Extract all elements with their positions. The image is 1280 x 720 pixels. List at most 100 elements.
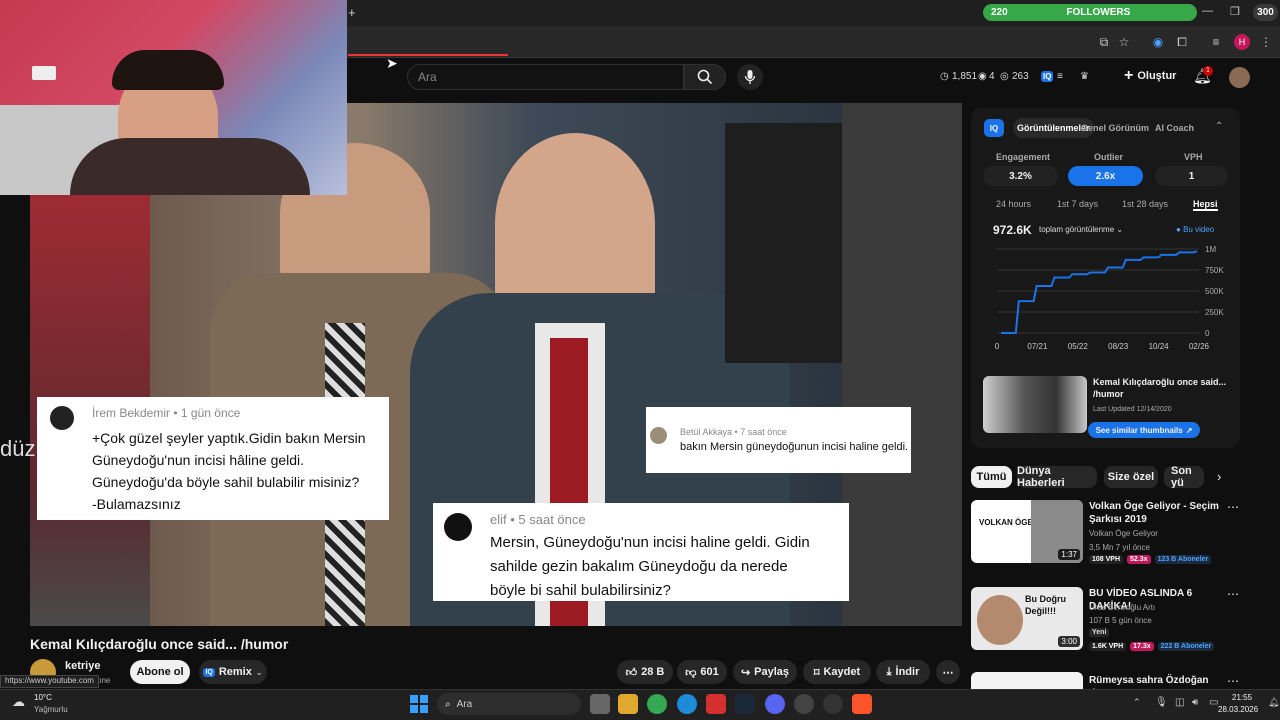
rec-thumbnail[interactable] <box>971 672 1083 689</box>
iq-logo-icon: IQ <box>984 119 1004 137</box>
new-tab-icon[interactable]: + <box>348 5 356 20</box>
comment-author: İrem Bekdemir <box>92 406 171 420</box>
app-settings-icon[interactable] <box>794 694 814 714</box>
weather-icon[interactable]: ☁ <box>12 694 25 710</box>
recommendation-item[interactable]: VOLKAN ÖGE 1:37 <box>971 500 1083 563</box>
rec-thumbnail[interactable]: VOLKAN ÖGE 1:37 <box>971 500 1083 563</box>
rec-more-icon[interactable]: ⋯ <box>1227 674 1239 688</box>
bookmark-star-icon[interactable]: ☆ <box>1116 34 1132 50</box>
stat-views: 1,851 <box>952 71 978 82</box>
views-dropdown[interactable]: toplam görüntülenme ⌄ <box>1039 225 1123 234</box>
range-all[interactable]: Hepsi <box>1193 199 1218 211</box>
webcam-device-icon <box>32 66 56 80</box>
last-updated: Last Updated 12/14/2020 <box>1093 406 1172 413</box>
discord-icon[interactable] <box>765 694 785 714</box>
download-button[interactable]: ⤓ İndir <box>876 660 930 684</box>
video-thumbnail[interactable] <box>983 376 1087 433</box>
app-w-icon[interactable] <box>706 694 726 714</box>
tab-overview[interactable]: Genel Görünüm <box>1081 123 1149 133</box>
minimize-icon[interactable]: — <box>1202 5 1213 17</box>
channel-name[interactable]: ketriye <box>65 660 100 672</box>
reading-list-icon[interactable]: ≡ <box>1208 34 1224 50</box>
metric-outlier: 2.6x <box>1068 166 1143 186</box>
tray-expand-icon[interactable]: ⌃ <box>1133 697 1141 708</box>
rec-duration: 1:37 <box>1058 549 1080 560</box>
edge-icon[interactable] <box>677 694 697 714</box>
chrome-icon[interactable] <box>647 694 667 714</box>
rec-thumbnail[interactable]: Bu Doğru Değil!!! 3:00 <box>971 587 1083 650</box>
remix-button[interactable]: IQ Remix ⌄ <box>199 660 267 684</box>
recommendation-item[interactable]: Bu Doğru Değil!!! 3:00 <box>971 587 1083 650</box>
range-7d[interactable]: 1st 7 days <box>1057 199 1098 209</box>
rec-channel[interactable]: Uras Benlioğlu Artı <box>1089 603 1155 612</box>
notification-count-badge: 1 <box>1203 66 1213 76</box>
rec-more-icon[interactable]: ⋯ <box>1227 500 1239 514</box>
chip-recent[interactable]: Son yü <box>1164 466 1204 488</box>
rec-thumb-text: VOLKAN ÖGE <box>979 518 1033 527</box>
more-actions-button[interactable]: ⋯ <box>936 660 960 684</box>
save-button[interactable]: ⌑ Kaydet <box>803 660 871 684</box>
account-avatar[interactable] <box>1229 67 1250 88</box>
comment-line: Güneydoğu'da böyle sahil bulabilir misin… <box>92 474 360 490</box>
rec-title[interactable]: Volkan Öge Geliyor - Seçim Şarkısı 2019 <box>1089 500 1224 526</box>
stat-eye: 4 <box>989 71 995 82</box>
rec-badges: 108 VPH 52.3x 123 B Aboneler <box>1089 555 1212 564</box>
iq-logo-icon[interactable]: IQ <box>1041 71 1054 82</box>
extension-icon[interactable]: ◉ <box>1150 34 1166 50</box>
browser-menu-icon[interactable]: ⋮ <box>1258 34 1274 50</box>
steam-icon[interactable] <box>735 694 755 714</box>
chevron-right-icon[interactable]: › <box>1217 469 1221 484</box>
network-icon[interactable]: ◫ <box>1175 697 1184 708</box>
dislike-button[interactable]: 👎︎ 601 <box>677 660 727 684</box>
file-explorer-icon[interactable] <box>618 694 638 714</box>
chip-world-news[interactable]: Dünya Haberleri <box>1017 465 1097 489</box>
collapse-icon[interactable]: ⌃ <box>1215 121 1223 132</box>
like-button[interactable]: 👍︎ 28 B <box>617 660 673 684</box>
rec-channel[interactable]: Volkan Öge Geliyor <box>1089 529 1158 538</box>
obs-icon[interactable] <box>823 694 843 714</box>
comment-line: Güneydoğu'nun incisi hâline geldi. <box>92 452 305 468</box>
volume-icon[interactable]: 🔊︎ <box>1192 697 1198 708</box>
clock-time[interactable]: 21:55 <box>1232 693 1252 702</box>
profile-avatar[interactable]: H <box>1234 34 1250 50</box>
followers-label: FOLLOWERS <box>1066 7 1131 18</box>
rec-thumb-text: Bu Doğru Değil!!! <box>1025 594 1066 616</box>
brave-icon[interactable] <box>852 694 872 714</box>
search-icon <box>697 69 713 85</box>
range-24h[interactable]: 24 hours <box>996 199 1031 209</box>
subscribe-button[interactable]: Abone ol <box>130 660 190 684</box>
rec-more-icon[interactable]: ⋯ <box>1227 587 1239 601</box>
person-right <box>725 123 842 363</box>
notification-icon[interactable]: 🔔︎ <box>1268 697 1279 708</box>
trophy-icon[interactable]: ♛ <box>1080 71 1089 82</box>
taskbar-search[interactable]: ⌕ Ara <box>437 693 581 715</box>
channel-subs: one <box>97 676 111 685</box>
start-button[interactable] <box>410 695 428 713</box>
task-view-icon[interactable] <box>590 694 610 714</box>
metric-label: Outlier <box>1094 152 1124 162</box>
tab-ai-coach[interactable]: AI Coach <box>1155 123 1194 133</box>
restore-icon[interactable]: ❐ <box>1230 5 1240 18</box>
similar-thumbnails-button[interactable]: See similar thumbnails ↗ <box>1088 422 1200 438</box>
clock-date[interactable]: 28.03.2026 <box>1218 705 1258 714</box>
extensions-puzzle-icon[interactable]: ⧠ <box>1174 34 1190 50</box>
y-tick-label: 0 <box>1205 329 1210 338</box>
y-tick-label: 1M <box>1205 245 1216 254</box>
y-tick-label: 250K <box>1205 308 1224 317</box>
create-button[interactable]: + Oluştur <box>1118 64 1176 88</box>
mic-icon[interactable]: 🎙︎ <box>1155 697 1168 708</box>
cast-icon[interactable]: ⧉ <box>1096 34 1112 50</box>
range-28d[interactable]: 1st 28 days <box>1122 199 1168 209</box>
voice-search-button[interactable] <box>737 64 763 90</box>
comment-meta: Betül Akkaya • 7 saat önce <box>680 427 787 437</box>
vidiq-panel: IQ Görüntülenmeler Genel Görünüm AI Coac… <box>971 108 1240 448</box>
chip-for-you[interactable]: Size özel <box>1104 466 1158 488</box>
chip-all[interactable]: Tümü <box>971 466 1012 488</box>
y-tick-label: 500K <box>1205 287 1224 296</box>
comment-avatar <box>444 513 472 541</box>
search-button[interactable] <box>684 64 726 90</box>
share-button[interactable]: ↪ Paylaş <box>733 660 797 684</box>
rec-outlier: 52.3x <box>1127 555 1151 564</box>
list-icon[interactable]: ≡ <box>1057 71 1063 82</box>
search-input[interactable]: Ara <box>407 64 684 90</box>
